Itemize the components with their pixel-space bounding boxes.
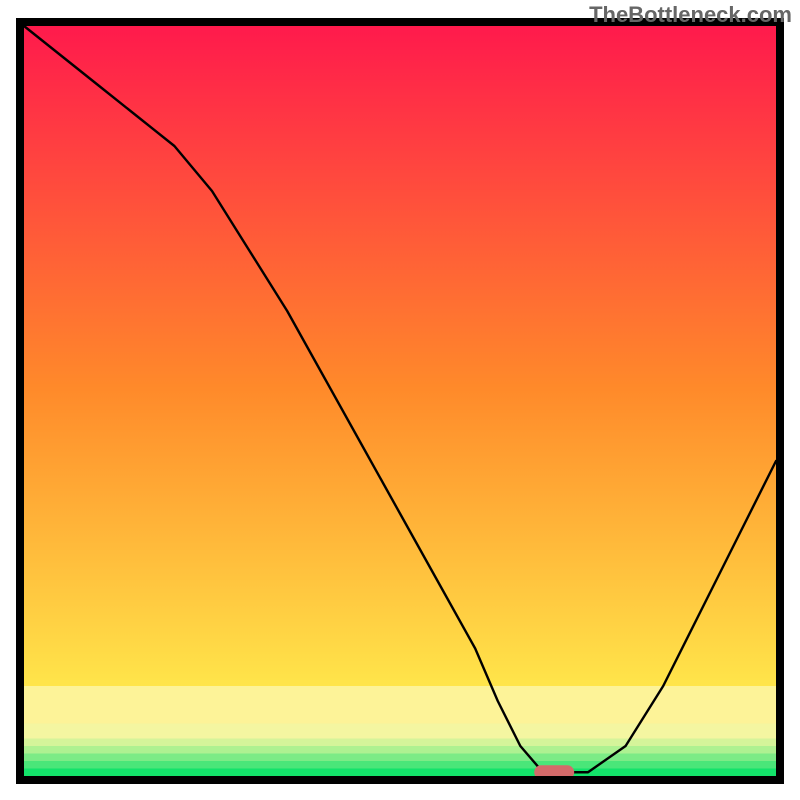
watermark-text: TheBottleneck.com [589, 2, 792, 28]
bottleneck-chart [0, 0, 800, 800]
chart-background [24, 26, 776, 776]
chart-container: TheBottleneck.com [0, 0, 800, 800]
